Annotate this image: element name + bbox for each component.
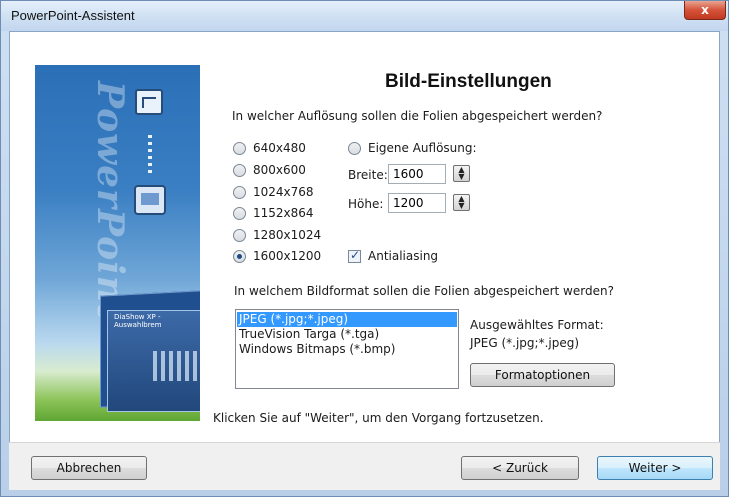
- title-bar[interactable]: PowerPoint-Assistent x: [1, 1, 728, 31]
- list-item-bmp[interactable]: Windows Bitmaps (*.bmp): [237, 342, 457, 357]
- radio-button[interactable]: [233, 185, 246, 199]
- radio-button-selected[interactable]: [233, 249, 246, 263]
- selected-format-value: JPEG (*.jpg;*.jpeg): [470, 336, 580, 350]
- radio-button[interactable]: [233, 141, 246, 155]
- spinner-arrows-icon: ▲ ▼: [458, 165, 465, 181]
- radio-800x600[interactable]: 800x600: [233, 163, 306, 177]
- button-label: Abbrechen: [56, 461, 122, 475]
- antialiasing-checkbox-row[interactable]: Antialiasing: [348, 248, 439, 263]
- presentation-icon: [135, 89, 163, 115]
- selected-format-caption: Ausgewähltes Format:: [470, 318, 604, 332]
- width-input[interactable]: [388, 164, 446, 184]
- thumbnail-title: DiaShow XP - Auswahlbrem: [114, 313, 162, 329]
- banner-slide-thumbnail: DiaShow XP - Auswahlbrem: [107, 310, 200, 412]
- radio-custom-resolution[interactable]: Eigene Auflösung:: [348, 141, 477, 155]
- list-item-tga[interactable]: TrueVision Targa (*.tga): [237, 327, 457, 342]
- radio-button[interactable]: [348, 141, 361, 155]
- dotted-connector: [148, 135, 152, 177]
- resolution-question: In welcher Auflösung sollen die Folien a…: [232, 109, 603, 123]
- button-label: Formatoptionen: [494, 368, 591, 382]
- radio-label: Eigene Auflösung:: [368, 141, 477, 155]
- button-label: < Zurück: [492, 461, 548, 475]
- radio-button[interactable]: [233, 206, 246, 220]
- radio-label: 640x480: [253, 141, 306, 155]
- antialiasing-checkbox[interactable]: [348, 248, 361, 263]
- back-button[interactable]: < Zurück: [461, 456, 579, 480]
- close-icon: x: [701, 3, 709, 17]
- window-title: PowerPoint-Assistent: [11, 8, 135, 23]
- radio-button[interactable]: [233, 163, 246, 177]
- radio-1600x1200[interactable]: 1600x1200: [233, 249, 321, 263]
- width-spinner[interactable]: ▲ ▼: [453, 165, 470, 182]
- page-title: Bild-Einstellungen: [385, 71, 552, 92]
- thumbnail-chart-icon: [153, 351, 197, 381]
- height-label: Höhe:: [348, 197, 384, 211]
- radio-label: 1280x1024: [253, 228, 322, 242]
- picture-icon: [134, 185, 166, 215]
- banner-watermark-text: PowerPoint: [89, 81, 131, 321]
- next-button[interactable]: Weiter >: [597, 456, 713, 480]
- wizard-window: PowerPoint-Assistent x PowerPoint DiaSho…: [0, 0, 729, 497]
- height-input[interactable]: [388, 193, 446, 213]
- radio-label: 1024x768: [253, 185, 314, 199]
- close-button[interactable]: x: [684, 1, 726, 20]
- list-item-jpeg[interactable]: JPEG (*.jpg;*.jpeg): [237, 312, 457, 327]
- radio-1280x1024[interactable]: 1280x1024: [233, 228, 321, 242]
- format-listbox[interactable]: JPEG (*.jpg;*.jpeg) TrueVision Targa (*.…: [235, 309, 459, 389]
- format-question: In welchem Bildformat sollen die Folien …: [234, 284, 614, 298]
- radio-label: 1600x1200: [253, 249, 322, 263]
- radio-button[interactable]: [233, 228, 246, 242]
- antialiasing-label: Antialiasing: [368, 249, 439, 263]
- radio-label: 800x600: [253, 163, 306, 177]
- radio-label: 1152x864: [253, 206, 314, 220]
- height-spinner[interactable]: ▲ ▼: [453, 194, 470, 211]
- format-options-button[interactable]: Formatoptionen: [470, 363, 615, 387]
- cancel-button[interactable]: Abbrechen: [31, 456, 147, 480]
- width-label: Breite:: [348, 168, 388, 182]
- radio-1152x864[interactable]: 1152x864: [233, 206, 314, 220]
- radio-1024x768[interactable]: 1024x768: [233, 185, 314, 199]
- instruction-text: Klicken Sie auf "Weiter", um den Vorgang…: [213, 411, 544, 425]
- spinner-arrows-icon: ▲ ▼: [458, 194, 465, 210]
- wizard-banner-image: PowerPoint DiaShow XP - Auswahlbrem: [35, 65, 200, 421]
- radio-640x480[interactable]: 640x480: [233, 141, 306, 155]
- button-label: Weiter >: [628, 461, 682, 475]
